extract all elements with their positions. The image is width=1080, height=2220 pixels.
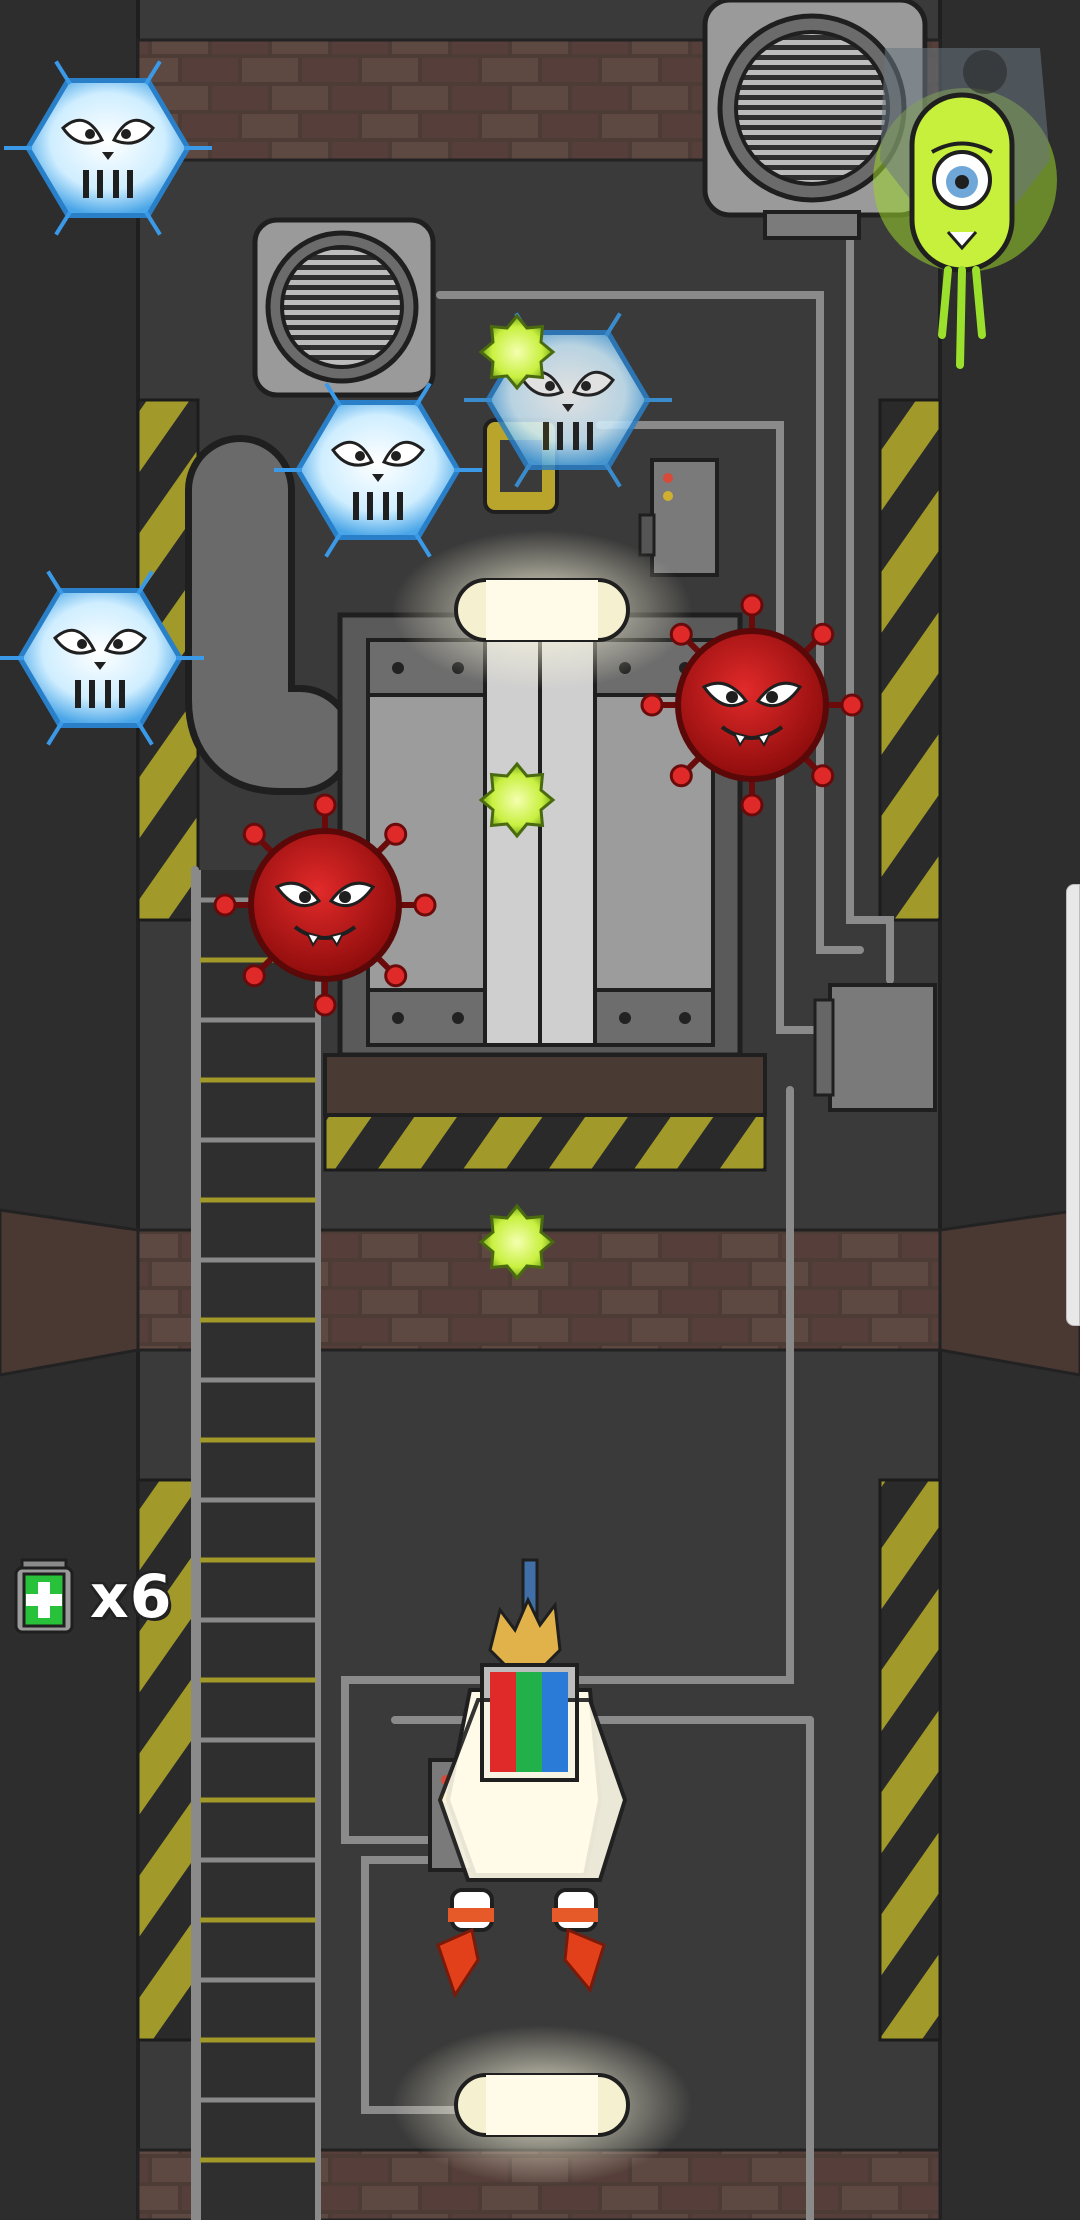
health-kit-icon (14, 1558, 74, 1634)
vent-small (252, 217, 436, 398)
bent-pipe (185, 435, 355, 795)
green-energy-shot (478, 1203, 556, 1281)
ceiling-lamp-top (392, 530, 692, 690)
junction-box (813, 983, 937, 1112)
green-energy-shot (478, 313, 556, 391)
edge-scroll-handle[interactable] (1066, 884, 1080, 1326)
lives-counter: x6 (12, 1556, 172, 1638)
green-energy-shot (478, 761, 556, 839)
ladder-track (195, 870, 321, 2220)
ceiling-lamp-bottom (392, 2025, 692, 2185)
lives-count: x6 (90, 1562, 173, 1632)
red-virus-enemy[interactable] (213, 793, 437, 1017)
game-scene[interactable] (0, 0, 1080, 2220)
red-virus-enemy[interactable] (640, 593, 864, 817)
